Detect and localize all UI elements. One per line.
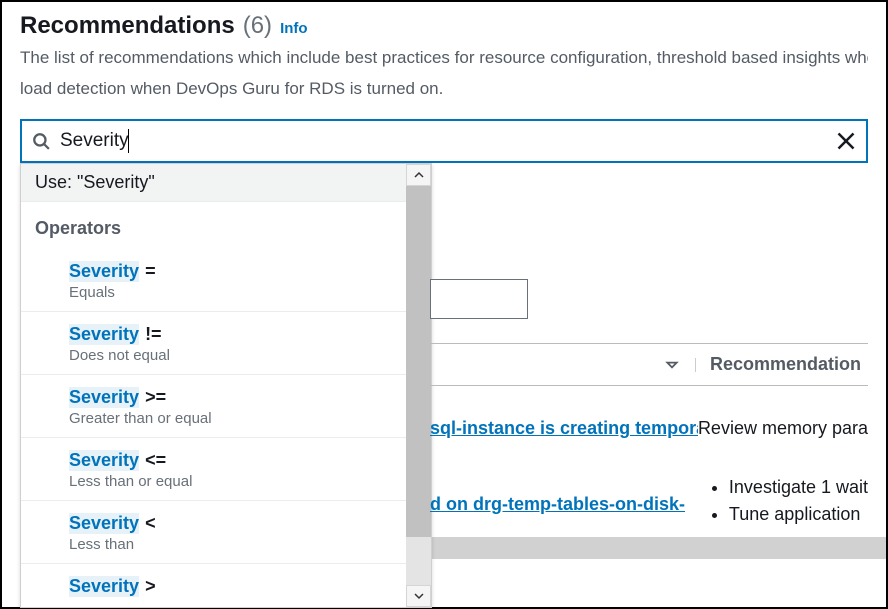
column-2-header[interactable]: Recommendation <box>710 354 861 375</box>
row-recommendation: Review memory para <box>698 418 868 439</box>
text-caret <box>128 129 129 153</box>
title-row: Recommendations (6) Info <box>20 12 868 40</box>
operator-symbol: <= <box>145 450 166 471</box>
operator-desc: Equals <box>69 284 392 301</box>
operator-symbol: > <box>145 576 156 597</box>
operator-field: Severity <box>69 576 139 597</box>
scroll-down-arrow[interactable] <box>406 585 431 607</box>
table-row: d on drg-temp-tables-on-disk- Investigat… <box>430 465 868 557</box>
search-container: Severity Use: "Severity" Operators Sever… <box>20 119 868 163</box>
search-input[interactable]: Severity <box>50 129 836 153</box>
detection-link[interactable]: sql-instance is creating tempora <box>430 418 698 438</box>
chevron-down-icon <box>414 591 424 601</box>
operator-symbol: >= <box>145 387 166 408</box>
page-subtitle-line1: The list of recommendations which includ… <box>20 46 868 71</box>
operator-field: Severity <box>69 324 139 345</box>
page-header: Recommendations (6) Info The list of rec… <box>2 2 886 101</box>
search-dropdown: Use: "Severity" Operators Severity = Equa… <box>20 163 432 608</box>
operator-field: Severity <box>69 261 139 282</box>
operator-symbol: < <box>145 513 156 534</box>
clear-icon[interactable] <box>836 131 856 151</box>
operator-item-equals[interactable]: Severity = Equals <box>21 249 406 312</box>
chevron-up-icon <box>414 170 424 180</box>
operator-field: Severity <box>69 387 139 408</box>
operator-item-lt[interactable]: Severity < Less than <box>21 501 406 564</box>
operator-item-lte[interactable]: Severity <= Less than or equal <box>21 438 406 501</box>
operator-symbol: != <box>145 324 162 345</box>
operator-desc: Less than or equal <box>69 473 392 490</box>
table-header-row: Recommendation <box>430 343 868 386</box>
operator-desc: Less than <box>69 536 392 553</box>
detection-link[interactable]: d on drg-temp-tables-on-disk- <box>430 494 685 514</box>
use-suggestion[interactable]: Use: "Severity" <box>21 164 406 202</box>
operator-field: Severity <box>69 450 139 471</box>
list-item: Investigate 1 wait <box>729 477 868 498</box>
operator-desc: Greater than or equal <box>69 410 392 427</box>
dropdown-scrollbar[interactable] <box>406 164 431 607</box>
page-count: (6) <box>243 12 272 40</box>
page-subtitle-line2: load detection when DevOps Guru for RDS … <box>20 77 868 102</box>
operator-item-gt[interactable]: Severity > <box>21 564 406 607</box>
search-value: Severity <box>60 130 129 152</box>
search-icon <box>32 132 50 150</box>
scroll-up-arrow[interactable] <box>406 164 431 186</box>
operators-section-label: Operators <box>21 202 406 249</box>
operator-desc: Does not equal <box>69 347 392 364</box>
table-row: sql-instance is creating tempora Review … <box>430 406 868 465</box>
operator-item-gte[interactable]: Severity >= Greater than or equal <box>21 375 406 438</box>
info-link[interactable]: Info <box>280 20 308 37</box>
operator-field: Severity <box>69 513 139 534</box>
list-item: Tune application <box>729 504 868 525</box>
dropdown-content: Use: "Severity" Operators Severity = Equa… <box>21 164 406 607</box>
scroll-track[interactable] <box>406 186 431 585</box>
sort-icon <box>665 358 679 372</box>
filter-select-box[interactable] <box>430 279 528 319</box>
page-title: Recommendations <box>20 12 235 40</box>
recommendation-list: Investigate 1 wait Tune application <box>705 477 868 525</box>
table-body: sql-instance is creating tempora Review … <box>430 386 868 557</box>
operator-symbol: = <box>145 261 156 282</box>
row-detection: sql-instance is creating tempora <box>430 418 698 439</box>
column-1-header[interactable] <box>430 358 696 372</box>
search-input-box[interactable]: Severity <box>20 119 868 163</box>
scroll-thumb[interactable] <box>406 186 431 537</box>
operator-item-not-equals[interactable]: Severity != Does not equal <box>21 312 406 375</box>
row-detection: d on drg-temp-tables-on-disk- <box>430 494 705 515</box>
row-recommendation: Investigate 1 wait Tune application <box>705 477 868 531</box>
recommendations-table: Recommendation sql-instance is creating … <box>430 343 868 557</box>
